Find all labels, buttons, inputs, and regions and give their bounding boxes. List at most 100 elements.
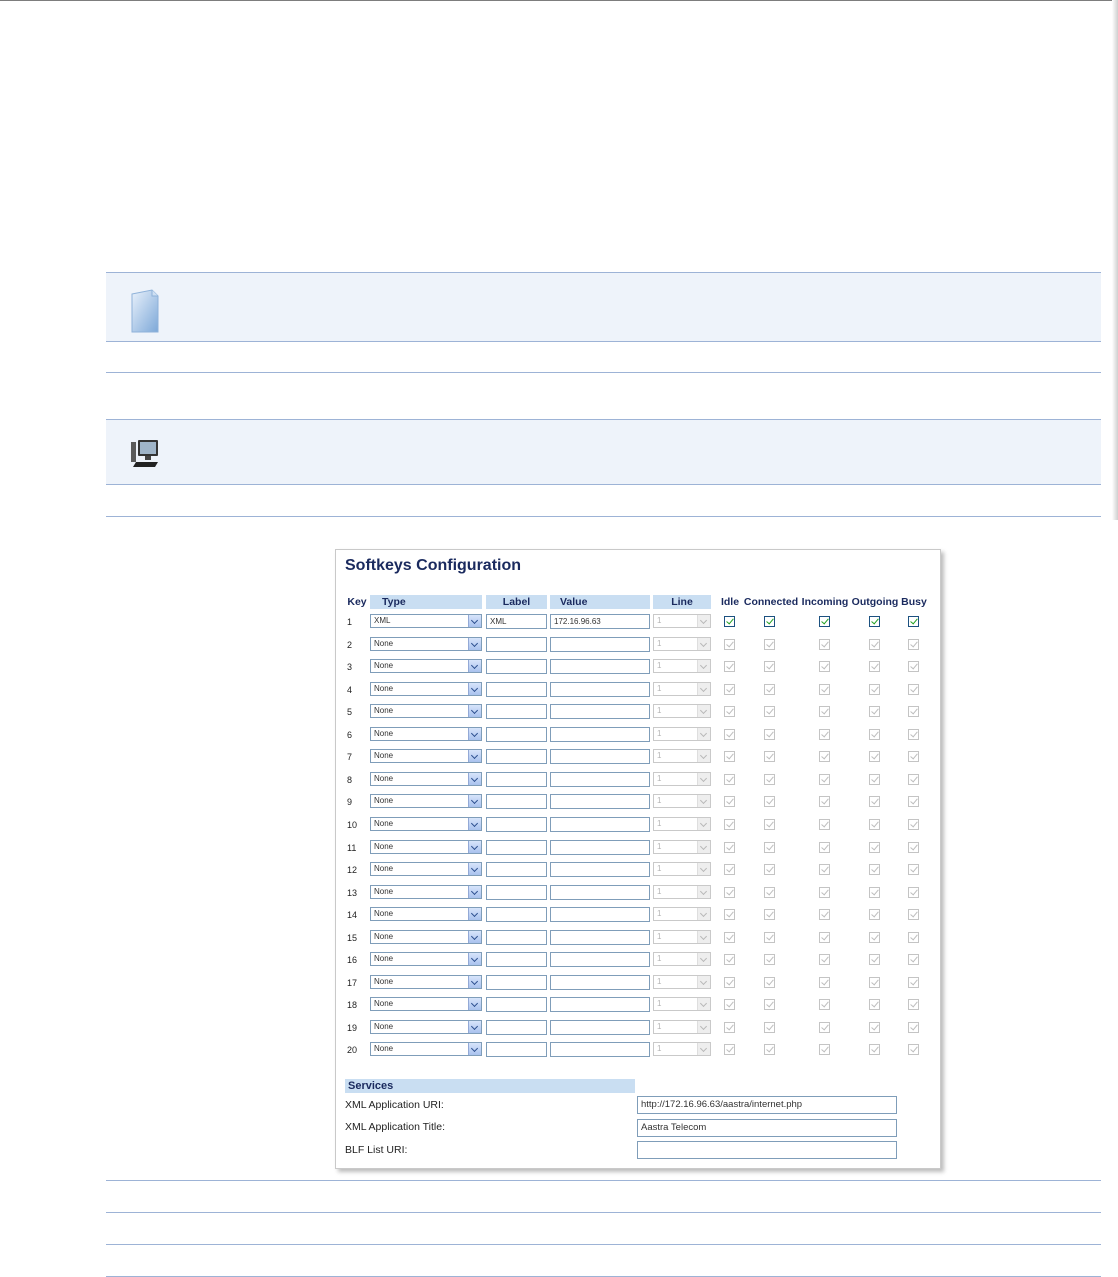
chevron-down-icon[interactable] [697, 660, 710, 673]
value-input[interactable] [550, 726, 650, 742]
chevron-down-icon[interactable] [468, 615, 481, 627]
value-input[interactable] [550, 839, 650, 855]
value-input[interactable] [550, 884, 650, 900]
chevron-down-icon[interactable] [468, 1020, 481, 1033]
idle-checkbox[interactable] [724, 864, 735, 876]
label-input[interactable] [486, 659, 547, 675]
value-input[interactable]: 172.16.96.63 [550, 614, 650, 629]
busy-checkbox[interactable] [908, 638, 919, 650]
line-select[interactable]: 1 [653, 952, 711, 967]
incoming-checkbox[interactable] [819, 954, 830, 966]
xml-application-title-input[interactable]: Aastra Telecom [637, 1119, 897, 1137]
chevron-down-icon[interactable] [468, 660, 481, 673]
incoming-checkbox[interactable] [819, 638, 830, 650]
chevron-down-icon[interactable] [468, 975, 481, 988]
label-input[interactable] [486, 1042, 547, 1058]
line-select[interactable]: 1 [653, 771, 711, 786]
value-input[interactable] [550, 952, 650, 968]
connected-checkbox[interactable] [764, 706, 775, 718]
label-input[interactable] [486, 974, 547, 990]
busy-checkbox[interactable] [908, 728, 919, 740]
busy-checkbox[interactable] [908, 886, 919, 898]
chevron-down-icon[interactable] [468, 930, 481, 943]
busy-checkbox[interactable] [908, 931, 919, 943]
type-select[interactable]: None [370, 749, 482, 764]
outgoing-checkbox[interactable] [869, 751, 880, 763]
chevron-down-icon[interactable] [697, 795, 710, 808]
line-select[interactable]: 1 [653, 1019, 711, 1034]
busy-checkbox[interactable] [908, 1044, 919, 1056]
outgoing-checkbox[interactable] [869, 886, 880, 898]
chevron-down-icon[interactable] [697, 840, 710, 853]
idle-checkbox[interactable] [724, 728, 735, 740]
value-input[interactable] [550, 659, 650, 675]
line-select[interactable]: 1 [653, 974, 711, 989]
busy-checkbox[interactable] [908, 706, 919, 718]
label-input[interactable] [486, 816, 547, 832]
type-select[interactable]: None [370, 1019, 482, 1034]
chevron-down-icon[interactable] [468, 795, 481, 808]
outgoing-checkbox[interactable] [869, 1021, 880, 1033]
line-select[interactable]: 1 [653, 794, 711, 809]
outgoing-checkbox[interactable] [869, 683, 880, 695]
busy-checkbox[interactable] [908, 796, 919, 808]
label-input[interactable]: XML [486, 614, 547, 629]
outgoing-checkbox[interactable] [869, 728, 880, 740]
label-input[interactable] [486, 726, 547, 742]
outgoing-checkbox[interactable] [869, 976, 880, 988]
idle-checkbox[interactable] [724, 661, 735, 673]
connected-checkbox[interactable] [764, 1021, 775, 1033]
line-select[interactable]: 1 [653, 749, 711, 764]
outgoing-checkbox[interactable] [869, 616, 880, 627]
label-input[interactable] [486, 771, 547, 787]
outgoing-checkbox[interactable] [869, 796, 880, 808]
busy-checkbox[interactable] [908, 683, 919, 695]
incoming-checkbox[interactable] [819, 773, 830, 785]
connected-checkbox[interactable] [764, 864, 775, 876]
value-input[interactable] [550, 704, 650, 720]
outgoing-checkbox[interactable] [869, 706, 880, 718]
value-input[interactable] [550, 681, 650, 697]
chevron-down-icon[interactable] [697, 998, 710, 1011]
line-select[interactable]: 1 [653, 816, 711, 831]
label-input[interactable] [486, 839, 547, 855]
chevron-down-icon[interactable] [697, 615, 710, 627]
connected-checkbox[interactable] [764, 886, 775, 898]
incoming-checkbox[interactable] [819, 909, 830, 921]
chevron-down-icon[interactable] [697, 727, 710, 740]
idle-checkbox[interactable] [724, 909, 735, 921]
chevron-down-icon[interactable] [697, 1020, 710, 1033]
chevron-down-icon[interactable] [468, 772, 481, 785]
connected-checkbox[interactable] [764, 773, 775, 785]
chevron-down-icon[interactable] [468, 953, 481, 966]
type-select[interactable]: None [370, 636, 482, 651]
idle-checkbox[interactable] [724, 683, 735, 695]
value-input[interactable] [550, 794, 650, 810]
type-select[interactable]: None [370, 816, 482, 831]
incoming-checkbox[interactable] [819, 1044, 830, 1056]
chevron-down-icon[interactable] [468, 863, 481, 876]
chevron-down-icon[interactable] [468, 817, 481, 830]
chevron-down-icon[interactable] [697, 975, 710, 988]
busy-checkbox[interactable] [908, 773, 919, 785]
line-select[interactable]: 1 [653, 862, 711, 877]
connected-checkbox[interactable] [764, 638, 775, 650]
type-select[interactable]: None [370, 771, 482, 786]
chevron-down-icon[interactable] [697, 705, 710, 718]
idle-checkbox[interactable] [724, 773, 735, 785]
incoming-checkbox[interactable] [819, 818, 830, 830]
incoming-checkbox[interactable] [819, 728, 830, 740]
line-select[interactable]: 1 [653, 726, 711, 741]
idle-checkbox[interactable] [724, 841, 735, 853]
connected-checkbox[interactable] [764, 1044, 775, 1056]
connected-checkbox[interactable] [764, 796, 775, 808]
incoming-checkbox[interactable] [819, 864, 830, 876]
idle-checkbox[interactable] [724, 1021, 735, 1033]
chevron-down-icon[interactable] [468, 727, 481, 740]
outgoing-checkbox[interactable] [869, 864, 880, 876]
chevron-down-icon[interactable] [697, 1043, 710, 1056]
chevron-down-icon[interactable] [697, 930, 710, 943]
incoming-checkbox[interactable] [819, 796, 830, 808]
value-input[interactable] [550, 929, 650, 945]
chevron-down-icon[interactable] [697, 953, 710, 966]
